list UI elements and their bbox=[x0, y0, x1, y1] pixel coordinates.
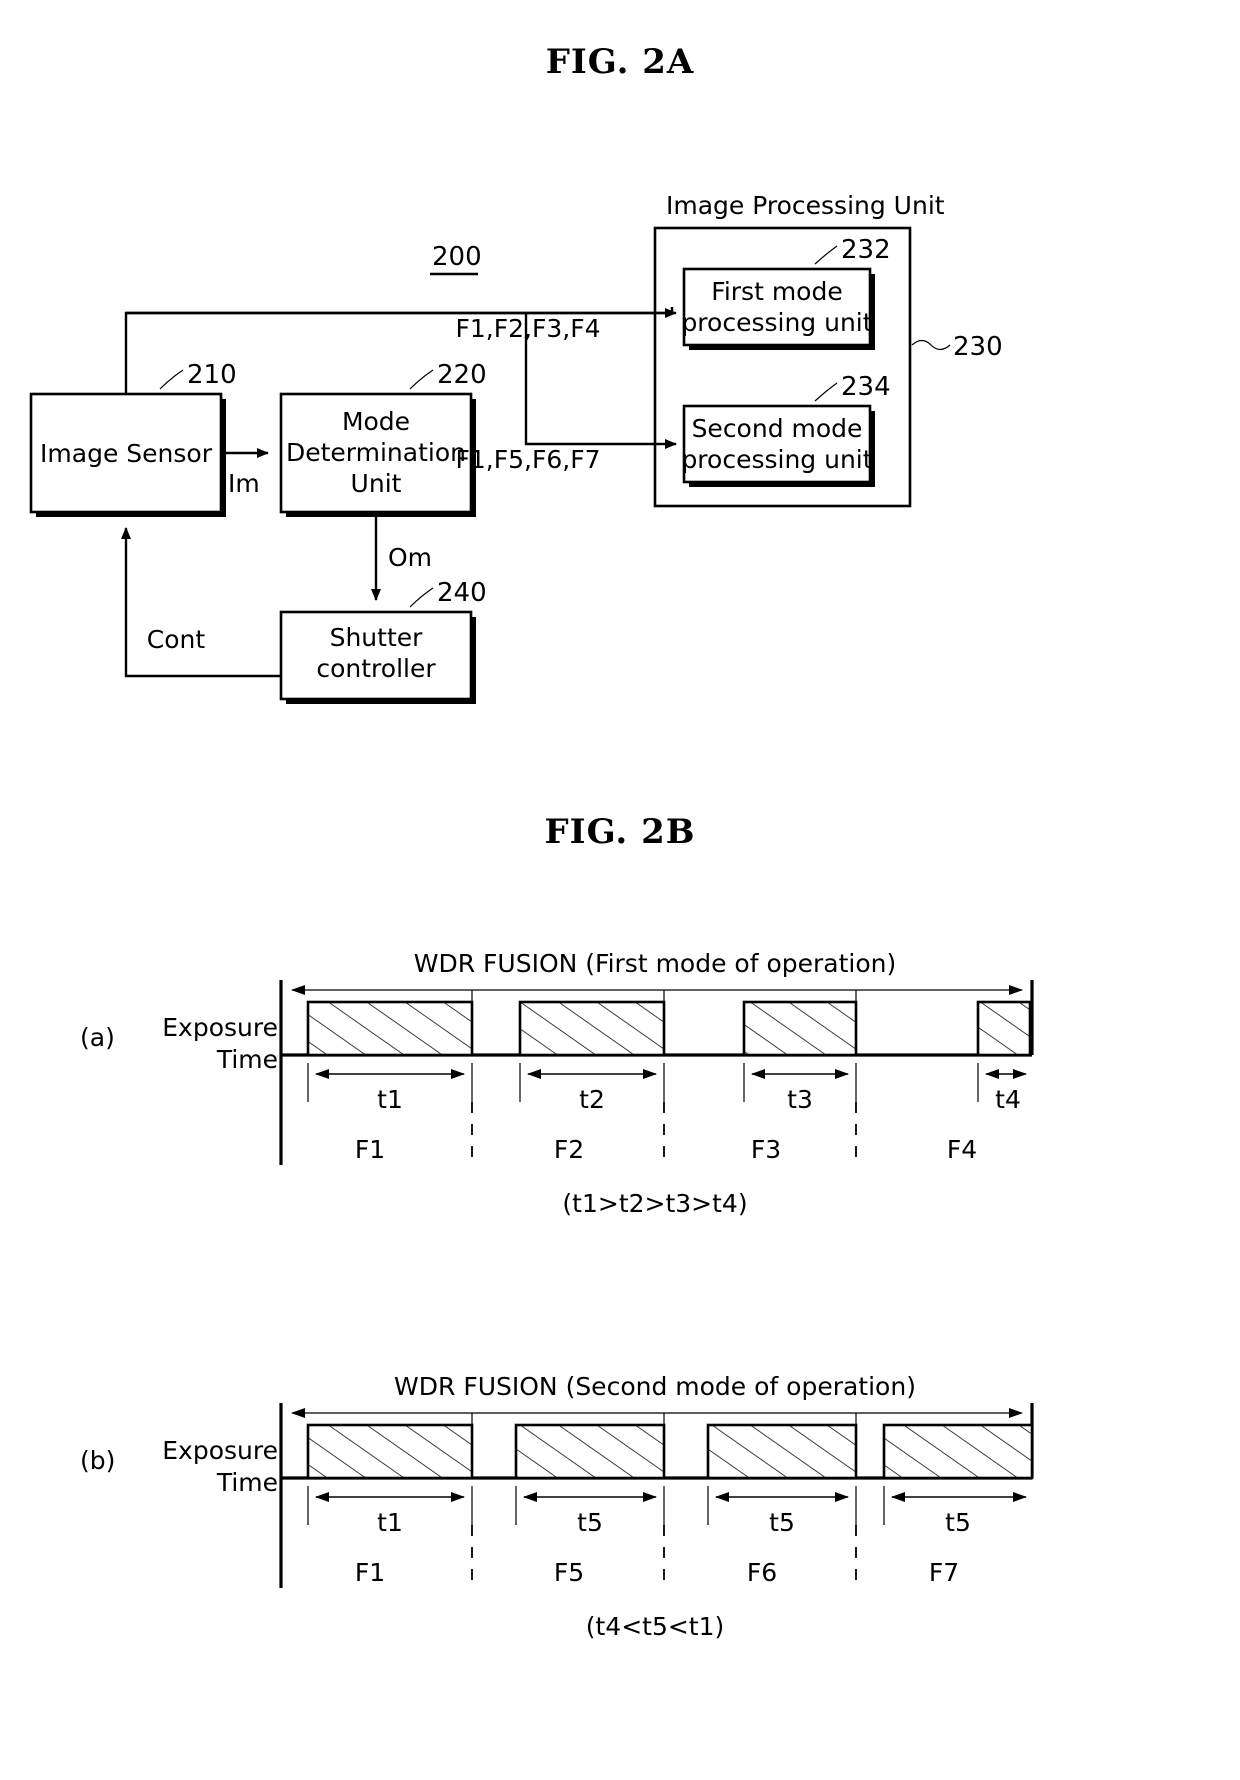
wire-cont: Cont bbox=[121, 527, 281, 678]
frame-label-a-4: F4 bbox=[947, 1135, 977, 1164]
image-processing-unit-title: Image Processing Unit bbox=[666, 191, 945, 220]
axis-label-a-line2: Time bbox=[216, 1045, 278, 1074]
span-label-a: WDR FUSION (First mode of operation) bbox=[414, 949, 897, 978]
signal-im-label: Im bbox=[228, 469, 260, 498]
exposure-bar-b-3: t5 F6 bbox=[706, 1423, 858, 1587]
duration-label-b-2: t5 bbox=[577, 1508, 603, 1537]
second-mode-label-line2: processing unit bbox=[681, 445, 872, 474]
frame-label-a-3: F3 bbox=[751, 1135, 781, 1164]
duration-label-a-1: t1 bbox=[377, 1085, 403, 1114]
exposure-bar-b-2: t5 F5 bbox=[514, 1423, 666, 1587]
frame-label-a-2: F2 bbox=[554, 1135, 584, 1164]
axis-label-a-line1: Exposure bbox=[162, 1013, 278, 1042]
first-mode-label-line2: processing unit bbox=[681, 308, 872, 337]
duration-label-a-2: t2 bbox=[579, 1085, 605, 1114]
second-mode-label-line1: Second mode bbox=[692, 414, 863, 443]
block-ref-210: 210 bbox=[187, 360, 237, 390]
frame-label-b-2: F5 bbox=[554, 1558, 584, 1587]
inequality-a: (t1>t2>t3>t4) bbox=[562, 1189, 747, 1218]
fig-2a-diagram: 200 Image Processing Unit 230 First mode… bbox=[29, 191, 1003, 704]
frame-label-b-1: F1 bbox=[355, 1558, 385, 1587]
mode-determination-label-line2: Determination bbox=[286, 438, 466, 467]
signal-first-mode-frames-label: F1,F2,F3,F4 bbox=[456, 314, 601, 343]
shutter-controller-label-line2: controller bbox=[316, 654, 436, 683]
block-ref-220: 220 bbox=[437, 360, 487, 390]
mode-determination-label-line1: Mode bbox=[342, 407, 410, 436]
mode-determination-label-line3: Unit bbox=[351, 469, 402, 498]
block-shutter-controller: Shutter controller 240 bbox=[279, 578, 487, 704]
fig-2b-timing-charts: (a) Exposure Time WDR FUSION (First mode… bbox=[80, 949, 1034, 1641]
signal-cont-label: Cont bbox=[147, 625, 206, 654]
duration-label-b-4: t5 bbox=[945, 1508, 971, 1537]
axis-label-b-line1: Exposure bbox=[162, 1436, 278, 1465]
system-ref-200-label: 200 bbox=[432, 242, 482, 272]
duration-label-a-3: t3 bbox=[787, 1085, 813, 1114]
frame-label-a-1: F1 bbox=[355, 1135, 385, 1164]
block-mode-determination-unit: Mode Determination Unit 220 bbox=[279, 360, 487, 517]
span-label-b: WDR FUSION (Second mode of operation) bbox=[394, 1372, 916, 1401]
block-first-mode-processing-unit: First mode processing unit 232 bbox=[681, 235, 891, 350]
block-ref-232: 232 bbox=[841, 235, 891, 265]
timing-row-a: (a) Exposure Time WDR FUSION (First mode… bbox=[80, 949, 1034, 1218]
duration-label-a-4: t4 bbox=[995, 1085, 1021, 1114]
signal-second-mode-frames-label: F1,F5,F6,F7 bbox=[456, 445, 601, 474]
exposure-bar-a-4: t4 F4 bbox=[947, 1000, 1032, 1164]
system-ref-200: 200 bbox=[430, 242, 482, 276]
frame-label-b-3: F6 bbox=[747, 1558, 777, 1587]
container-ref-230: 230 bbox=[953, 332, 1003, 362]
duration-label-b-3: t5 bbox=[769, 1508, 795, 1537]
panel-label-b: (b) bbox=[80, 1446, 115, 1475]
duration-label-b-1: t1 bbox=[377, 1508, 403, 1537]
exposure-bar-a-2: t2 F2 bbox=[518, 1000, 666, 1164]
block-image-sensor: Image Sensor 210 bbox=[29, 360, 237, 517]
block-ref-240: 240 bbox=[437, 578, 487, 608]
frame-label-b-4: F7 bbox=[929, 1558, 959, 1587]
axis-label-b-line2: Time bbox=[216, 1468, 278, 1497]
block-second-mode-processing-unit: Second mode processing unit 234 bbox=[681, 372, 891, 487]
shutter-controller-label-line1: Shutter bbox=[330, 623, 424, 652]
panel-label-a: (a) bbox=[80, 1023, 115, 1052]
exposure-bar-a-3: t3 F3 bbox=[742, 1000, 858, 1164]
image-sensor-label: Image Sensor bbox=[40, 439, 213, 468]
exposure-bar-b-1: t1 F1 bbox=[306, 1423, 474, 1587]
block-ref-234: 234 bbox=[841, 372, 891, 402]
signal-om-label: Om bbox=[388, 543, 432, 572]
exposure-bar-b-4: t5 F7 bbox=[882, 1423, 1034, 1587]
inequality-b: (t4<t5<t1) bbox=[586, 1612, 725, 1641]
fig-2b-title: FIG. 2B bbox=[544, 812, 696, 852]
exposure-bar-a-1: t1 F1 bbox=[306, 1000, 474, 1164]
wire-om: Om bbox=[371, 517, 432, 601]
wire-im: Im bbox=[221, 448, 269, 498]
first-mode-label-line1: First mode bbox=[711, 277, 842, 306]
timing-row-b: (b) Exposure Time WDR FUSION (Second mod… bbox=[80, 1372, 1034, 1641]
